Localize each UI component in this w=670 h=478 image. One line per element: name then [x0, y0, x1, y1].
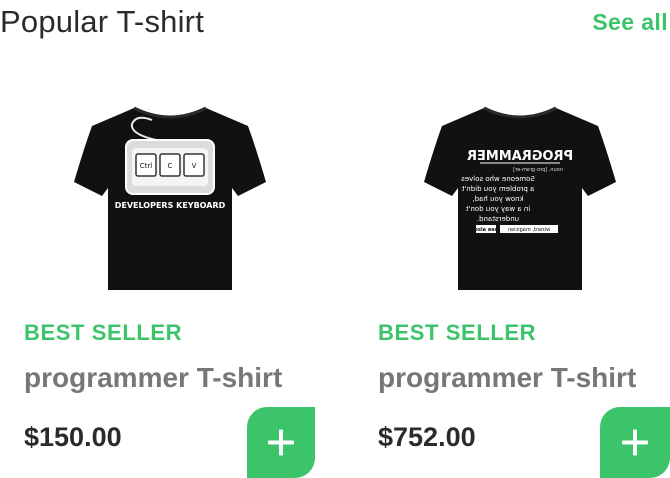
plus-icon	[268, 429, 294, 456]
key-label: C	[168, 162, 173, 170]
print-line: Someone who solves	[461, 175, 535, 183]
product-price: $150.00	[24, 422, 122, 452]
product-image[interactable]: Ctrl C V DEVELOPERS KEYBOARD	[72, 100, 268, 296]
print-line: know you had,	[472, 195, 523, 203]
product-name[interactable]: programmer T-shirt	[24, 362, 282, 394]
add-to-cart-button[interactable]	[600, 407, 670, 478]
add-to-cart-button[interactable]	[247, 407, 315, 478]
shirt-caption: DEVELOPERS KEYBOARD	[115, 201, 226, 210]
product-price: $752.00	[378, 422, 476, 452]
print-pronunciation: noun. [pro-gram-er]	[513, 167, 563, 173]
print-heading: PROGRAMMER	[467, 149, 573, 164]
key-label: Ctrl	[140, 162, 153, 170]
print-line: understand.	[477, 215, 519, 223]
section-title: Popular T-shirt	[0, 4, 205, 39]
product-card[interactable]: PROGRAMMER noun. [pro-gram-er] Someone w…	[354, 80, 670, 478]
see-all-link[interactable]: See all	[592, 9, 668, 36]
print-related: wizard, magician	[508, 227, 550, 233]
print-line: a problem you didn't	[461, 185, 534, 193]
product-card[interactable]: Ctrl C V DEVELOPERS KEYBOARD BEST SELLER…	[0, 80, 315, 478]
section-header: Popular T-shirt See all	[0, 0, 670, 52]
product-image[interactable]: PROGRAMMER noun. [pro-gram-er] Someone w…	[422, 100, 618, 296]
popular-tshirt-section: Popular T-shirt See all Ctrl C V DEVELOP…	[0, 0, 670, 478]
best-seller-badge: BEST SELLER	[378, 320, 537, 345]
key-label: V	[192, 162, 197, 170]
print-see-also: see also	[474, 227, 498, 233]
tshirt-image: Ctrl C V DEVELOPERS KEYBOARD	[74, 106, 266, 290]
tshirt-image: PROGRAMMER noun. [pro-gram-er] Someone w…	[424, 106, 616, 290]
print-line: in a way you don't	[466, 205, 531, 213]
plus-icon	[622, 429, 648, 456]
best-seller-badge: BEST SELLER	[24, 320, 183, 345]
product-name[interactable]: programmer T-shirt	[378, 362, 636, 394]
